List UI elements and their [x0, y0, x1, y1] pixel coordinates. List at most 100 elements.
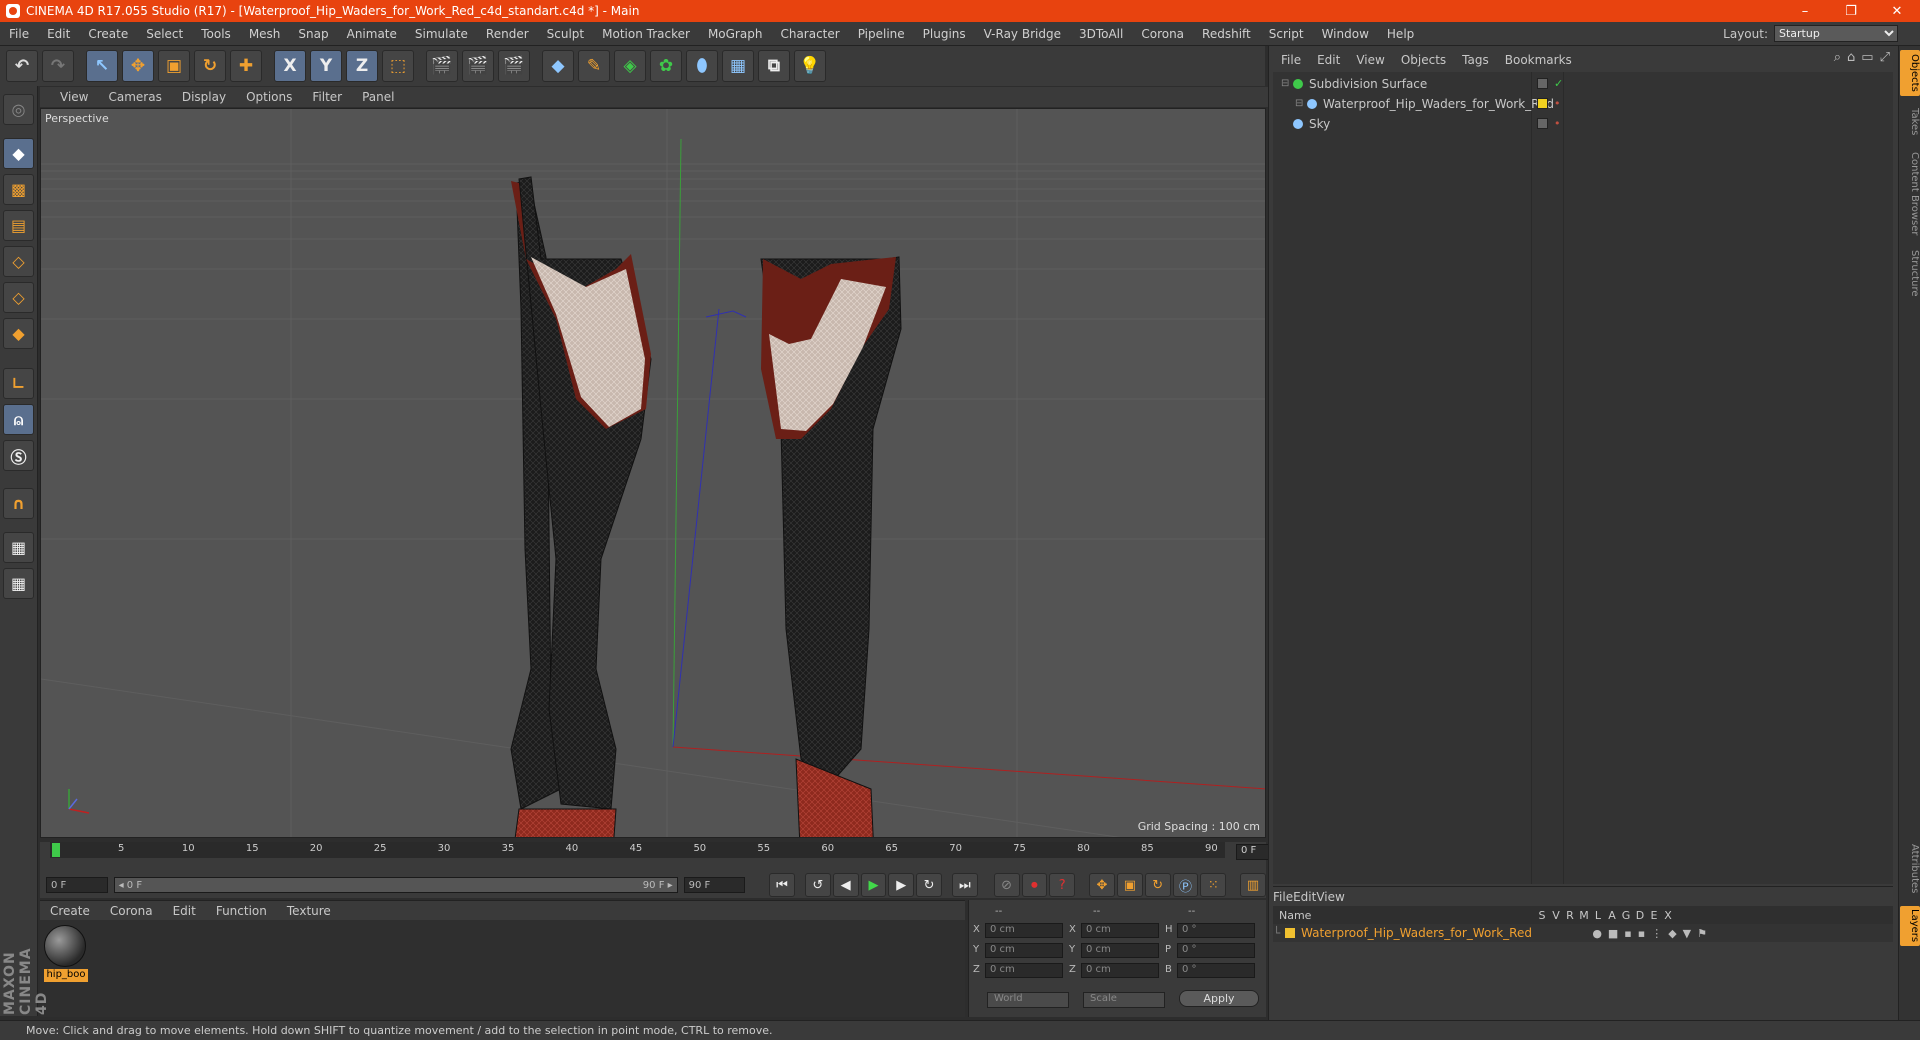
menu-tools[interactable]: Tools: [192, 27, 240, 41]
layer-row[interactable]: └ Waterproof_Hip_Waders_for_Work_Red ●■▪…: [1273, 924, 1893, 942]
close-button[interactable]: ✕: [1874, 0, 1920, 22]
tweak-mode-button[interactable]: ⍝: [3, 404, 34, 435]
menu-3dtoall[interactable]: 3DToAll: [1070, 27, 1132, 41]
visibility-dot-icon[interactable]: ✓: [1554, 77, 1563, 90]
timeline-ruler[interactable]: 051015202530354045505560657075808590: [50, 842, 1225, 858]
workplane-rotate-button[interactable]: ▦: [3, 568, 34, 599]
rotate-tool-button[interactable]: ↻: [194, 50, 226, 82]
key-rotation-button[interactable]: ↻: [1144, 873, 1171, 897]
object-name[interactable]: Subdivision Surface: [1309, 77, 1427, 91]
viewport-menu-display[interactable]: Display: [172, 90, 236, 104]
recent-tool-button[interactable]: ✚: [230, 50, 262, 82]
menu-snap[interactable]: Snap: [289, 27, 337, 41]
home-icon[interactable]: ⌂: [1847, 50, 1855, 65]
menu-create[interactable]: Create: [79, 27, 137, 41]
material-menu-edit[interactable]: Edit: [163, 904, 206, 918]
side-tab-attributes[interactable]: Attributes: [1900, 836, 1920, 902]
menu-mesh[interactable]: Mesh: [240, 27, 290, 41]
cloner-button[interactable]: ✿: [650, 50, 682, 82]
expand-toggle-icon[interactable]: ⊟: [1281, 78, 1293, 89]
object-menu-bookmarks[interactable]: Bookmarks: [1497, 53, 1580, 67]
object-menu-view[interactable]: View: [1348, 53, 1392, 67]
deformer-button[interactable]: ⬮: [686, 50, 718, 82]
key-pla-button[interactable]: ⁙: [1200, 873, 1227, 897]
light-button[interactable]: 💡: [794, 50, 826, 82]
viewport-menu-cameras[interactable]: Cameras: [98, 90, 171, 104]
x-axis-button[interactable]: X: [274, 50, 306, 82]
viewport-menu-options[interactable]: Options: [236, 90, 302, 104]
go-to-start-button[interactable]: ⏮: [769, 873, 795, 897]
record-keys-button[interactable]: ⏺: [1021, 873, 1048, 897]
object-menu-tags[interactable]: Tags: [1454, 53, 1497, 67]
play-button[interactable]: ▶: [860, 873, 887, 897]
playhead-marker[interactable]: [52, 843, 60, 857]
menu-window[interactable]: Window: [1313, 27, 1378, 41]
menu-mograph[interactable]: MoGraph: [699, 27, 772, 41]
object-row[interactable]: Sky •: [1273, 114, 1893, 133]
menu-edit[interactable]: Edit: [38, 27, 79, 41]
move-tool-button[interactable]: ✥: [122, 50, 154, 82]
object-flags[interactable]: ✓: [1537, 77, 1563, 90]
layer-color-swatch[interactable]: [1285, 928, 1295, 938]
make-editable-button[interactable]: ◎: [3, 94, 34, 125]
layer-tag-icon[interactable]: [1537, 118, 1548, 129]
expand-panel-icon[interactable]: ⤢: [1880, 50, 1890, 65]
next-key-button[interactable]: ↻: [916, 873, 943, 897]
layer-menu-edit[interactable]: Edit: [1293, 890, 1316, 904]
start-frame-field[interactable]: 0 F: [46, 877, 108, 893]
layer-name[interactable]: Waterproof_Hip_Waders_for_Work_Red: [1301, 926, 1532, 940]
layer-flag-icons[interactable]: ●■▪▪⋮◆▼⚑: [1592, 927, 1713, 940]
coord-value-field[interactable]: 0 cm: [1081, 923, 1159, 938]
layout-dropdown[interactable]: Startup: [1774, 25, 1898, 42]
menu-corona[interactable]: Corona: [1132, 27, 1193, 41]
coord-value-field[interactable]: 0 cm: [1081, 963, 1159, 978]
timeline-window-button[interactable]: ▥: [1240, 873, 1266, 897]
workplane-lock-button[interactable]: ▦: [3, 532, 34, 563]
motion-record-button[interactable]: ⊘: [993, 873, 1020, 897]
perspective-viewport[interactable]: Perspective Grid Spacing : 100 cm ✥ ⇕ ⟲ …: [40, 108, 1266, 838]
render-picture-viewer-button[interactable]: 🎬: [462, 50, 494, 82]
side-tab-takes[interactable]: Takes: [1900, 102, 1920, 142]
material-swatch[interactable]: hip_boo: [44, 925, 90, 985]
layer-column-g[interactable]: G: [1619, 909, 1633, 922]
cube-primitive-button[interactable]: ◆: [542, 50, 574, 82]
coord-value-field[interactable]: 0 °: [1177, 943, 1255, 958]
z-axis-button[interactable]: Z: [346, 50, 378, 82]
expand-toggle-icon[interactable]: ⊟: [1295, 98, 1307, 109]
coord-space-dropdown[interactable]: World: [987, 992, 1069, 1008]
undo-button[interactable]: ↶: [6, 50, 38, 82]
prev-key-button[interactable]: ↺: [804, 873, 831, 897]
coord-scale-dropdown[interactable]: Scale: [1083, 992, 1165, 1008]
menu-sculpt[interactable]: Sculpt: [538, 27, 593, 41]
material-menu-texture[interactable]: Texture: [277, 904, 341, 918]
material-menu-corona[interactable]: Corona: [100, 904, 163, 918]
timeline[interactable]: 051015202530354045505560657075808590 0 F: [40, 842, 1298, 872]
material-menu-function[interactable]: Function: [206, 904, 277, 918]
coord-value-field[interactable]: 0 cm: [985, 963, 1063, 978]
workplane-mode-button[interactable]: ▤: [3, 210, 34, 241]
floor-button[interactable]: ▦: [722, 50, 754, 82]
menu-simulate[interactable]: Simulate: [406, 27, 477, 41]
menu-select[interactable]: Select: [137, 27, 192, 41]
menu-v-ray-bridge[interactable]: V-Ray Bridge: [975, 27, 1070, 41]
object-row[interactable]: ⊟ Waterproof_Hip_Waders_for_Work_Red •: [1273, 94, 1893, 113]
menu-redshift[interactable]: Redshift: [1193, 27, 1260, 41]
minimize-button[interactable]: –: [1782, 0, 1828, 22]
side-tab-structure[interactable]: Structure: [1900, 246, 1920, 300]
menu-pipeline[interactable]: Pipeline: [849, 27, 914, 41]
snap-button[interactable]: Ⓢ: [3, 440, 34, 471]
object-menu-edit[interactable]: Edit: [1309, 53, 1348, 67]
coordinate-system-button[interactable]: ⬚: [382, 50, 414, 82]
layer-tag-icon[interactable]: [1537, 78, 1548, 89]
layer-tag-icon[interactable]: [1537, 98, 1548, 109]
end-frame-field[interactable]: 90 F: [683, 877, 746, 893]
layer-menu-file[interactable]: File: [1273, 890, 1293, 904]
side-tab-content-browser[interactable]: Content Browser: [1900, 146, 1920, 242]
render-settings-button[interactable]: 🎬: [498, 50, 530, 82]
polygons-mode-button[interactable]: ◆: [3, 318, 34, 349]
apply-button[interactable]: Apply: [1179, 990, 1259, 1007]
render-view-button[interactable]: 🎬: [426, 50, 458, 82]
camera-button[interactable]: ⧉: [758, 50, 790, 82]
object-name[interactable]: Waterproof_Hip_Waders_for_Work_Red: [1323, 97, 1554, 111]
coord-value-field[interactable]: 0 °: [1177, 923, 1255, 938]
